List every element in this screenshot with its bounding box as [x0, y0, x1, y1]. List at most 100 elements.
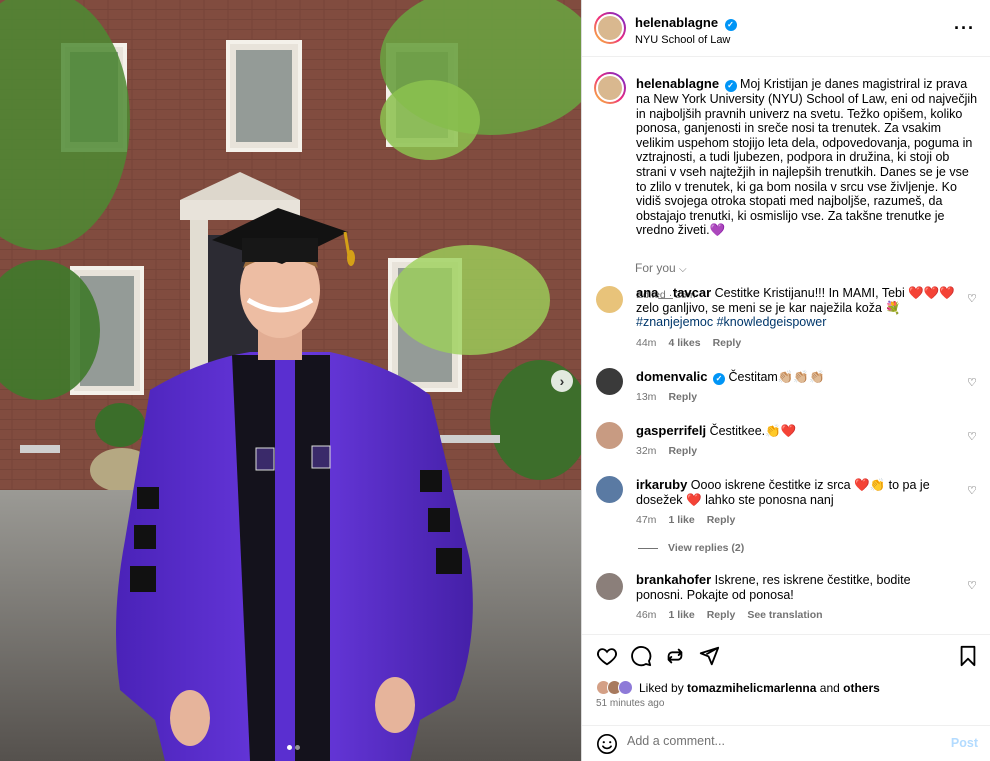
comment-text: irkaruby Oooo iskrene čestitke iz srca ❤…: [636, 477, 936, 507]
heart-outline-icon: ♡: [967, 580, 977, 592]
comment-time[interactable]: 46m: [636, 609, 656, 621]
for-you-label: For you: [635, 261, 676, 275]
repost-button[interactable]: [664, 645, 686, 667]
post-details-pane: helenablagne ✓ NYU School of Law ··· hel…: [581, 0, 990, 761]
comment-text: domenvalic ✓ Čestitam👏🏼👏🏼👏🏼: [636, 369, 956, 385]
liked-by-others[interactable]: others: [843, 681, 880, 695]
heart-icon: [597, 648, 617, 666]
save-button[interactable]: [958, 645, 978, 667]
comment-time[interactable]: 44m: [636, 337, 656, 349]
commenter-username[interactable]: ana__tavcar: [636, 285, 711, 300]
heart-outline-icon: ♡: [967, 293, 977, 305]
reply-button[interactable]: Reply: [668, 391, 697, 403]
liker-avatars[interactable]: [596, 680, 633, 695]
comment-button[interactable]: [630, 645, 652, 667]
chevron-right-icon: ›: [559, 373, 565, 389]
like-comment-button[interactable]: ♡: [967, 430, 977, 443]
chevron-down-icon: ⌵: [679, 264, 687, 275]
comment-likes[interactable]: 4 likes: [668, 337, 700, 349]
commenter-avatar[interactable]: [596, 476, 623, 503]
liked-by: Liked by tomazmihelicmarlenna and others: [596, 680, 880, 695]
verified-badge-icon: ✓: [713, 373, 726, 385]
post-header: helenablagne ✓ NYU School of Law ···: [582, 0, 990, 57]
liked-by-and: and: [819, 680, 840, 695]
caption-body: Moj Kristijan je danes magistriral iz pr…: [636, 77, 978, 238]
heart-outline-icon: ♡: [967, 377, 977, 389]
comment-body: Čestitam👏🏼👏🏼👏🏼: [728, 370, 825, 384]
post-location[interactable]: NYU School of Law: [635, 34, 737, 46]
reply-button[interactable]: Reply: [713, 337, 742, 349]
reply-button[interactable]: Reply: [668, 445, 697, 457]
avatar: [618, 680, 633, 695]
verified-badge-icon: ✓: [724, 19, 737, 31]
author-username[interactable]: helenablagne: [635, 15, 718, 30]
commenter-username[interactable]: gasperrifelj: [636, 423, 706, 438]
carousel-dots: [287, 745, 300, 750]
for-you-filter[interactable]: For you ⌵: [635, 261, 687, 275]
divider-line: [638, 547, 658, 549]
add-comment-bar: Post: [582, 725, 990, 761]
comment-input[interactable]: [627, 734, 927, 748]
commenter-avatar[interactable]: [596, 286, 623, 313]
share-icon: [699, 646, 720, 666]
commenter-avatar[interactable]: [596, 368, 623, 395]
comment-time[interactable]: 47m: [636, 514, 656, 526]
post-comment-button[interactable]: Post: [951, 736, 978, 750]
author-avatar[interactable]: [594, 12, 626, 44]
commenter-avatar[interactable]: [596, 573, 623, 600]
comment-icon: [631, 646, 652, 667]
liked-by-prefix: Liked by: [639, 680, 684, 695]
carousel-dot: [295, 745, 300, 750]
comment-text: gasperrifelj Čestitkee.👏❤️: [636, 423, 956, 439]
view-replies-label: View replies (2): [668, 542, 745, 554]
comment-likes[interactable]: 1 like: [668, 514, 694, 526]
view-replies-button[interactable]: View replies (2): [638, 542, 744, 554]
post-photo[interactable]: ›: [0, 0, 581, 761]
emoji-icon: [597, 734, 617, 754]
post-time-ago[interactable]: 51 minutes ago: [596, 698, 664, 709]
see-translation-button[interactable]: See translation: [747, 609, 822, 621]
next-photo-button[interactable]: ›: [551, 370, 573, 392]
bookmark-icon: [960, 645, 976, 667]
heart-outline-icon: ♡: [967, 485, 977, 497]
comment-text: brankahofer Iskrene, res iskrene čestitk…: [636, 572, 956, 602]
comment-meta: 47m 1 like Reply: [636, 514, 735, 526]
like-comment-button[interactable]: ♡: [967, 579, 977, 592]
comment-meta: 44m 4 likes Reply: [636, 337, 741, 349]
share-button[interactable]: [698, 645, 720, 667]
action-icons: [596, 645, 720, 667]
caption-author-avatar[interactable]: [594, 72, 626, 104]
commenter-username[interactable]: domenvalic: [636, 369, 708, 384]
author-block: helenablagne ✓ NYU School of Law: [635, 14, 737, 46]
verified-badge-icon: ✓: [724, 80, 737, 92]
graduation-photo: [0, 0, 581, 761]
comment-meta: 32m Reply: [636, 445, 697, 457]
commenter-username[interactable]: brankahofer: [636, 572, 711, 587]
liked-by-user[interactable]: tomazmihelicmarlenna: [687, 681, 816, 695]
commenter-username[interactable]: irkaruby: [636, 477, 687, 492]
caption-text: helenablagne ✓ Moj Kristijan je danes ma…: [636, 76, 978, 238]
comment-text: ana__tavcar Cestitke Kristijanu!!! In MA…: [636, 285, 956, 330]
comment-time[interactable]: 32m: [636, 445, 656, 457]
like-comment-button[interactable]: ♡: [967, 292, 977, 305]
like-button[interactable]: [596, 645, 618, 667]
repost-icon: [667, 648, 683, 664]
carousel-dot: [287, 745, 292, 750]
comment-time[interactable]: 13m: [636, 391, 656, 403]
comment-likes[interactable]: 1 like: [668, 609, 694, 621]
like-comment-button[interactable]: ♡: [967, 484, 977, 497]
comment-meta: 13m Reply: [636, 391, 697, 403]
emoji-button[interactable]: [596, 733, 618, 760]
comment-meta: 46m 1 like Reply See translation: [636, 609, 823, 621]
caption-author-username[interactable]: helenablagne: [636, 76, 719, 91]
more-options-button[interactable]: ···: [954, 18, 975, 39]
post-actions: Liked by tomazmihelicmarlenna and others…: [582, 634, 990, 761]
heart-outline-icon: ♡: [967, 431, 977, 443]
comment-hashtags[interactable]: #znanjejemoc #knowledgeispower: [636, 315, 826, 329]
like-comment-button[interactable]: ♡: [967, 376, 977, 389]
reply-button[interactable]: Reply: [707, 609, 736, 621]
comment-body: Čestitkee.👏❤️: [709, 424, 797, 438]
reply-button[interactable]: Reply: [707, 514, 736, 526]
more-horizontal-icon: ···: [954, 18, 975, 38]
commenter-avatar[interactable]: [596, 422, 623, 449]
